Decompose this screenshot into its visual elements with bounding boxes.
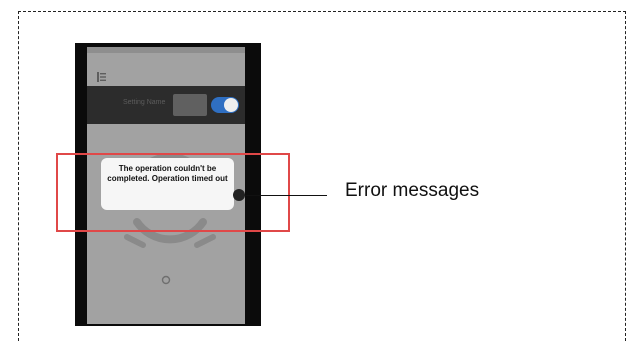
small-icon — [161, 272, 171, 285]
setting-toggle-row: Setting Name — [87, 86, 245, 124]
dashed-frame-right — [625, 11, 626, 341]
status-bar — [87, 47, 245, 53]
setting-toggle-switch[interactable] — [211, 97, 239, 113]
error-highlight-box — [56, 153, 290, 232]
callout-line — [240, 195, 327, 196]
callout-dot — [233, 189, 245, 201]
error-messages-label: Error messages — [345, 180, 480, 201]
setting-value-box — [173, 94, 207, 116]
menu-icon[interactable] — [97, 69, 107, 82]
setting-label: Setting Name — [123, 99, 166, 106]
dashed-frame-top — [18, 11, 626, 12]
dashed-frame-left — [18, 11, 19, 341]
toggle-knob — [224, 98, 238, 112]
